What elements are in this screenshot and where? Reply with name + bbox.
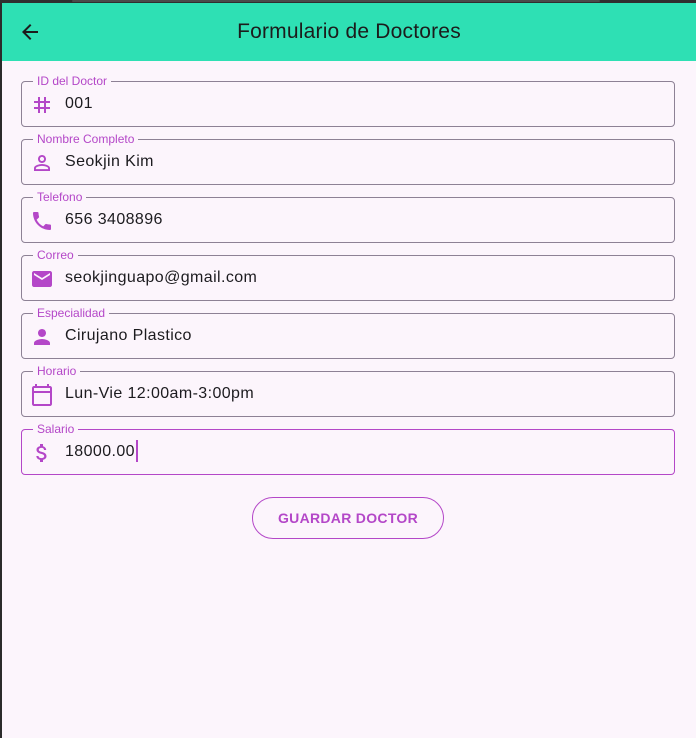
email-field[interactable]: Correo seokjinguapo@gmail.com xyxy=(21,248,675,301)
specialty-field[interactable]: Especialidad Cirujano Plastico xyxy=(21,306,675,359)
doctor-id-field[interactable]: ID del Doctor 001 xyxy=(21,74,675,127)
schedule-value: Lun-Vie 12:00am-3:00pm xyxy=(65,385,255,402)
doctor-id-value: 001 xyxy=(65,95,93,112)
back-button[interactable] xyxy=(12,14,48,50)
app-window: Formulario de Doctores ID del Doctor 001… xyxy=(2,3,696,738)
person-icon xyxy=(34,329,50,345)
text-cursor xyxy=(135,439,138,462)
dollar-icon xyxy=(36,444,47,462)
phone-value: 656 3408896 xyxy=(65,211,163,228)
hash-icon xyxy=(34,97,50,113)
phone-icon xyxy=(33,212,51,230)
full-name-field[interactable]: Nombre Completo Seokjin Kim xyxy=(21,132,675,185)
salary-value: 18000.00 xyxy=(65,430,138,474)
email-value: seokjinguapo@gmail.com xyxy=(65,269,258,286)
salary-field[interactable]: Salario 18000.00 xyxy=(21,422,675,475)
person-outline-icon xyxy=(34,155,50,171)
schedule-field[interactable]: Horario Lun-Vie 12:00am-3:00pm xyxy=(21,364,675,417)
page-title: Formulario de Doctores xyxy=(237,20,461,43)
phone-field[interactable]: Telefono 656 3408896 xyxy=(21,190,675,243)
window-drag-bar[interactable] xyxy=(72,0,600,2)
save-doctor-button[interactable]: GUARDAR DOCTOR xyxy=(252,497,444,539)
salary-value-text: 18000.00 xyxy=(65,443,135,460)
email-icon xyxy=(32,271,52,287)
arrow-back-icon xyxy=(22,24,38,40)
app-bar: Formulario de Doctores xyxy=(2,3,696,61)
full-name-value: Seokjin Kim xyxy=(65,153,154,170)
calendar-icon xyxy=(32,384,52,406)
specialty-value: Cirujano Plastico xyxy=(65,327,192,344)
